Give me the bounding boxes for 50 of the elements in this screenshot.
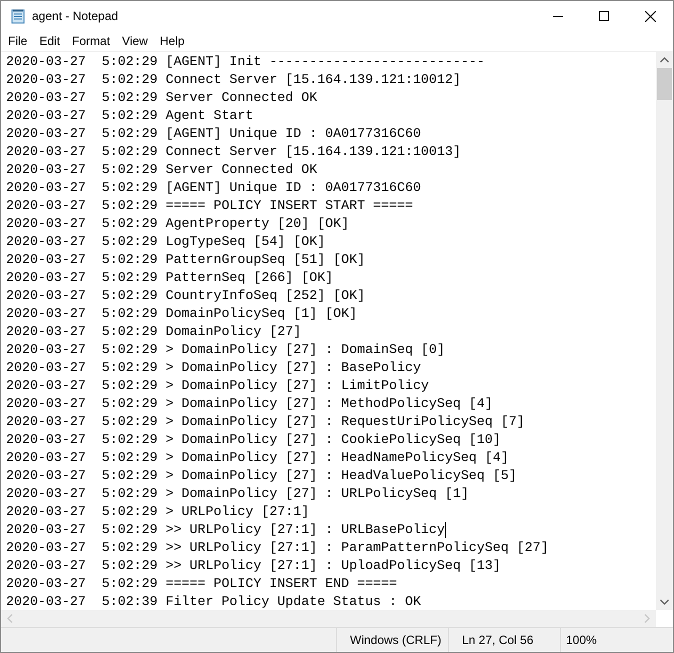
text-line: 2020-03-27 5:02:29 CountryInfoSeq [252] [OK]: [6, 287, 366, 305]
menu-item[interactable]: File: [2, 31, 34, 51]
text-line: 2020-03-27 5:02:29 ===== POLICY INSERT END =====: [6, 575, 397, 593]
text-line: 2020-03-27 5:02:29 >> URLPolicy [27:1] : ParamPatternPolicySeq [27]: [6, 539, 549, 557]
text-line: 2020-03-27 5:02:29 ===== POLICY INSERT START =====: [6, 197, 413, 215]
text-line: 2020-03-27 5:02:29 > DomainPolicy [27] : MethodPolicySeq [4]: [6, 395, 493, 413]
cursor-position-status: Ln 27, Col 56: [462, 632, 534, 649]
text-line: 2020-03-27 5:02:29 Connect Server [15.164.139.121:10012]: [6, 71, 461, 89]
notepad-icon: [10, 8, 26, 24]
text-line: 2020-03-27 5:02:29 > URLPolicy [27:1]: [6, 503, 310, 521]
text-line: 2020-03-27 5:02:29 DomainPolicy [27]: [6, 323, 302, 341]
text-line: 2020-03-27 5:02:29 Agent Start: [6, 107, 254, 125]
scroll-right-icon[interactable]: [644, 614, 650, 623]
text-line: 2020-03-27 5:02:29 > DomainPolicy [27] : HeadValuePolicySeq [5]: [6, 467, 517, 485]
text-line: 2020-03-27 5:02:29 > DomainPolicy [27] : BasePolicy: [6, 359, 421, 377]
text-line: 2020-03-27 5:02:29 [AGENT] Unique ID : 0A0177316C60: [6, 179, 421, 197]
menu-item[interactable]: Format: [66, 31, 116, 51]
menu-item[interactable]: View: [116, 31, 154, 51]
text-line: 2020-03-27 5:02:29 [AGENT] Init ---------------------------: [6, 53, 485, 71]
text-line: 2020-03-27 5:02:29 >> URLPolicy [27:1] : UploadPolicySeq [13]: [6, 557, 501, 575]
text-line: 2020-03-27 5:02:29 LogTypeSeq [54] [OK]: [6, 233, 326, 251]
vertical-scrollbar[interactable]: [656, 52, 673, 610]
text-line: 2020-03-27 5:02:29 > DomainPolicy [27] : HeadNamePolicySeq [4]: [6, 449, 509, 467]
text-line: 2020-03-27 5:02:29 > DomainPolicy [27] : LimitPolicy: [6, 377, 429, 395]
close-icon: [644, 10, 656, 22]
text-line: 2020-03-27 5:02:39 Filter Policy Update Status : OK: [6, 593, 421, 610]
maximize-icon: [599, 11, 609, 21]
text-line: 2020-03-27 5:02:29 DomainPolicySeq [1] [OK]: [6, 305, 358, 323]
scroll-down-icon[interactable]: [660, 599, 669, 605]
text-line: 2020-03-27 5:02:29 > DomainPolicy [27] : DomainSeq [0]: [6, 341, 445, 359]
text-line: 2020-03-27 5:02:29 > DomainPolicy [27] : URLPolicySeq [1]: [6, 485, 469, 503]
text-line: 2020-03-27 5:02:29 Server Connected OK: [6, 89, 318, 107]
text-line: 2020-03-27 5:02:29 > DomainPolicy [27] : RequestUriPolicySeq [7]: [6, 413, 525, 431]
text-line: 2020-03-27 5:02:29 [AGENT] Unique ID : 0A0177316C60: [6, 125, 421, 143]
zoom-status: 100%: [566, 632, 597, 649]
text-line: 2020-03-27 5:02:29 Server Connected OK: [6, 161, 318, 179]
text-line: 2020-03-27 5:02:29 PatternGroupSeq [51] [OK]: [6, 251, 366, 269]
scroll-left-icon[interactable]: [7, 614, 13, 623]
text-line: 2020-03-27 5:02:29 >> URLPolicy [27:1] : URLBasePolicy: [6, 521, 445, 539]
horizontal-scrollbar[interactable]: [1, 610, 656, 627]
text-line: 2020-03-27 5:02:29 > DomainPolicy [27] : CookiePolicySeq [10]: [6, 431, 501, 449]
menu-item[interactable]: Help: [154, 31, 191, 51]
text-line: 2020-03-27 5:02:29 PatternSeq [266] [OK]: [6, 269, 334, 287]
window-title: agent - Notepad: [32, 8, 118, 25]
menu-item[interactable]: Edit: [33, 31, 66, 51]
line-ending-status: Windows (CRLF): [350, 632, 442, 649]
text-line: 2020-03-27 5:02:29 AgentProperty [20] [OK]: [6, 215, 350, 233]
text-line: 2020-03-27 5:02:29 Connect Server [15.164.139.121:10013]: [6, 143, 461, 161]
scroll-up-icon[interactable]: [660, 57, 669, 63]
scroll-thumb[interactable]: [657, 68, 672, 100]
